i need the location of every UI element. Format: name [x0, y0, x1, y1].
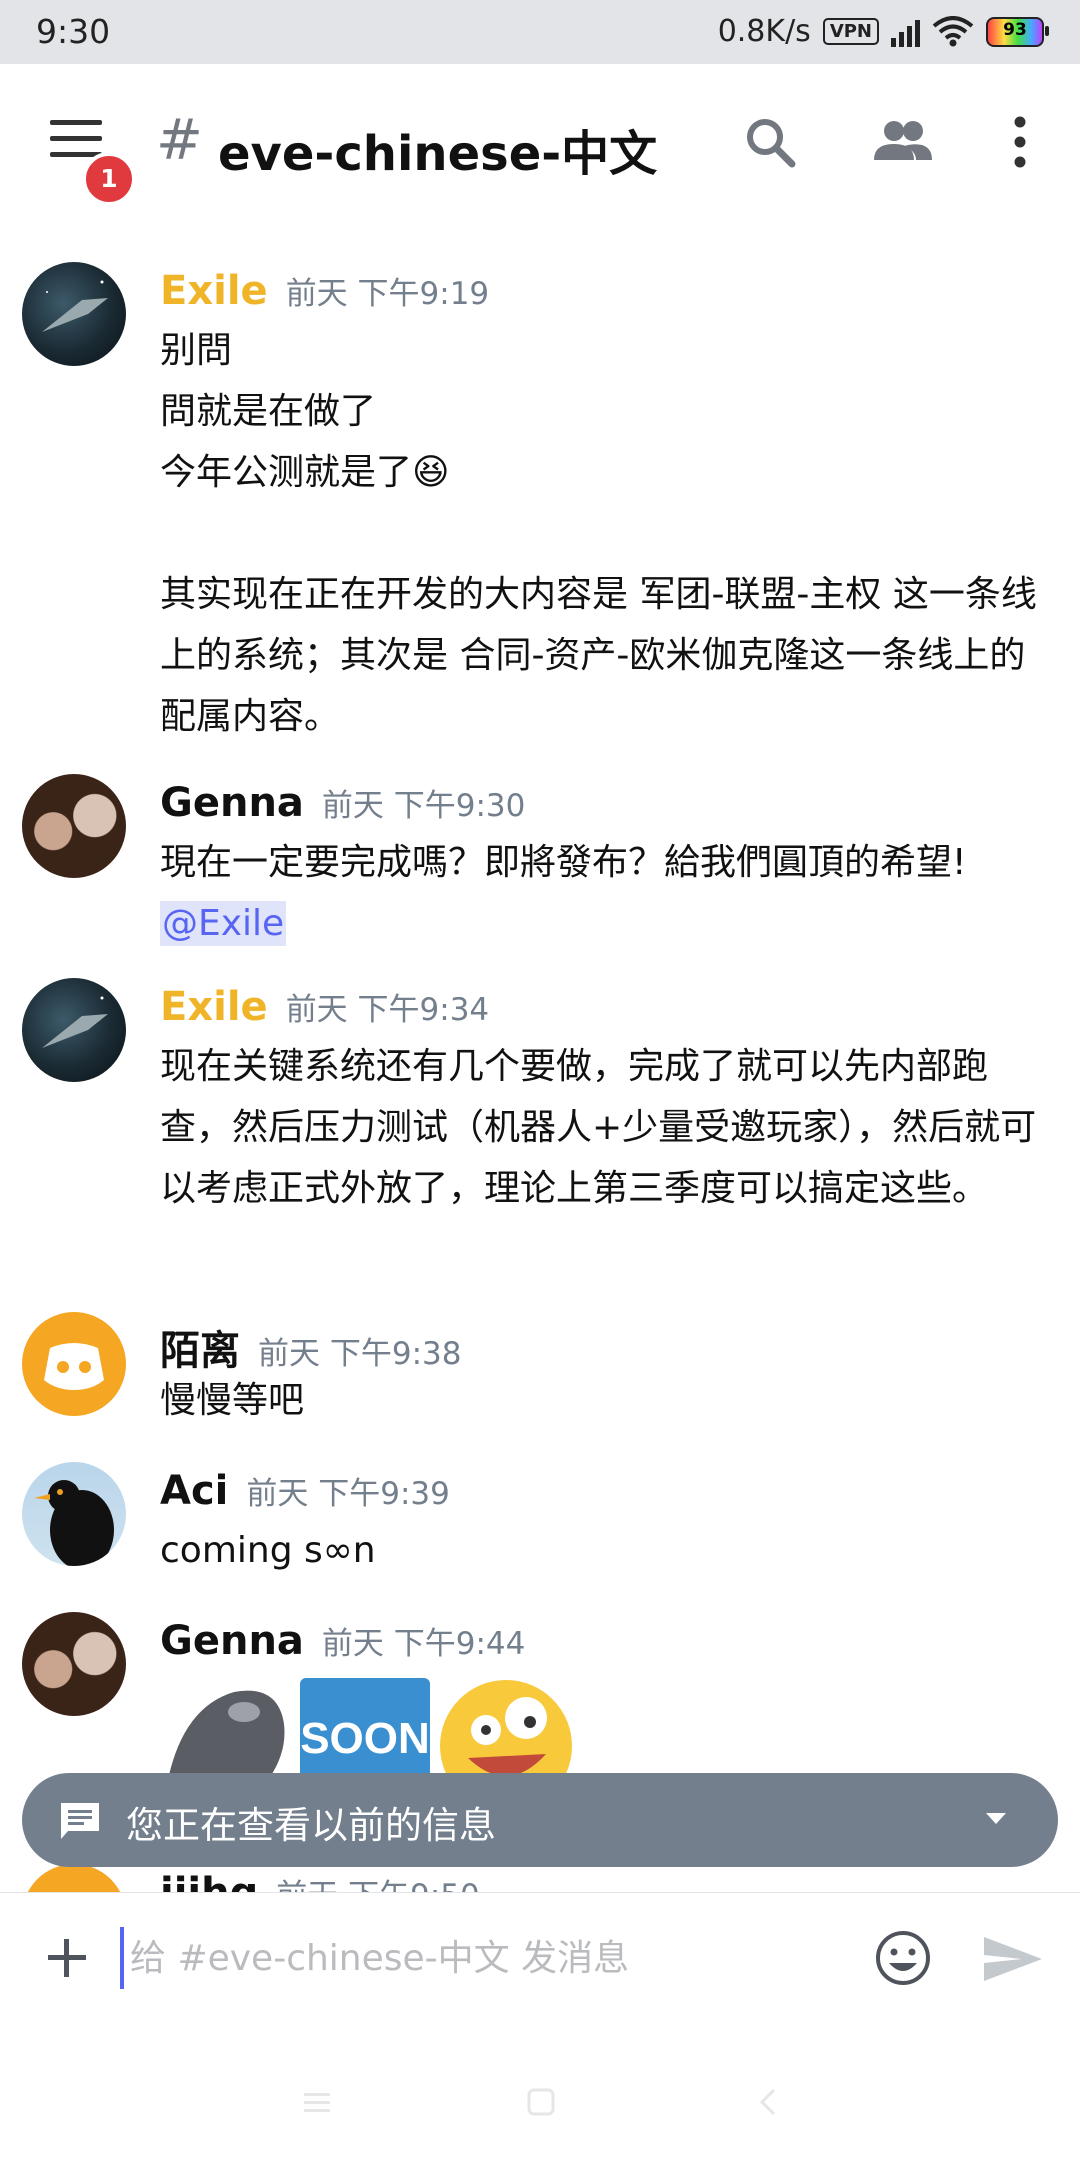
back-nav-icon[interactable] — [752, 2085, 786, 2119]
home-nav-icon[interactable] — [524, 2085, 558, 2119]
avatar[interactable] — [22, 978, 126, 1082]
author-name[interactable]: Genna — [160, 780, 304, 826]
signal-icon — [891, 17, 920, 47]
message-line: coming s∞n — [160, 1530, 376, 1571]
channel-hash-icon: # — [156, 108, 203, 173]
message-line: 别問 — [160, 330, 233, 371]
send-icon[interactable] — [982, 1933, 1044, 1985]
message-line: 慢慢等吧 — [160, 1380, 305, 1421]
channel-header: 1 # eve-chinese-中文 — [0, 64, 1080, 224]
message-meta: Exile 前天 下午9:34 — [160, 984, 489, 1030]
message-content: 現在一定要完成嗎？即將發布？給我們圓頂的希望! @Exile — [160, 832, 1040, 954]
message-composer — [0, 1892, 1080, 2161]
network-speed: 0.8K/s — [717, 14, 811, 49]
message-content: 慢慢等吧 — [160, 1370, 1040, 1431]
battery-icon: 93 — [986, 16, 1049, 47]
wifi-icon — [932, 15, 974, 46]
timestamp: 前天 下午9:19 — [285, 276, 490, 312]
more-icon[interactable] — [990, 112, 1050, 172]
emoji-icon[interactable] — [874, 1929, 932, 1987]
notification-badge: 1 — [82, 152, 136, 206]
message-line — [160, 503, 1040, 564]
message-input[interactable] — [120, 1927, 852, 1989]
status-indicators: 0.8K/s VPN 93 — [717, 14, 1049, 49]
message-list[interactable]: Exile 前天 下午9:19 别問 問就是在做了 今年公测就是了😆 其实现在正… — [0, 224, 1080, 1892]
search-icon[interactable] — [740, 112, 800, 172]
system-navigation-bar — [0, 2073, 1080, 2133]
members-icon[interactable] — [872, 112, 932, 172]
avatar[interactable] — [22, 262, 126, 366]
message-meta: 陌离 前天 下午9:38 — [160, 1318, 461, 1376]
user-mention[interactable]: @Exile — [160, 901, 287, 946]
plus-icon[interactable] — [42, 1933, 92, 1983]
channel-title: eve-chinese-中文 — [218, 126, 658, 182]
message-content: coming s∞n — [160, 1520, 1040, 1581]
viewing-older-messages-bar[interactable]: 您正在查看以前的信息 — [22, 1773, 1058, 1867]
timestamp: 前天 下午9:44 — [321, 1626, 526, 1662]
message-meta: jjjhg 前天 下午9:50 — [160, 1870, 480, 1892]
author-name[interactable]: Exile — [160, 984, 268, 1030]
timestamp: 前天 下午9:50 — [276, 1870, 479, 1892]
message-meta: Genna 前天 下午9:44 — [160, 1618, 525, 1664]
author-name[interactable]: 陌离 — [160, 1318, 240, 1376]
timestamp: 前天 下午9:38 — [258, 1336, 462, 1372]
message-icon — [61, 1803, 99, 1839]
menu-icon[interactable] — [50, 120, 102, 158]
message-meta: Aci 前天 下午9:39 — [160, 1468, 450, 1514]
avatar[interactable] — [22, 1462, 126, 1566]
author-name[interactable]: Aci — [160, 1468, 228, 1514]
chevron-down-icon[interactable] — [986, 1813, 1006, 1824]
avatar[interactable] — [22, 1312, 126, 1416]
message-content: 现在关键系统还有几个要做，完成了就可以先内部跑查，然后压力测试（机器人+少量受邀… — [160, 1036, 1040, 1219]
message-line: 現在一定要完成嗎？即將發布？給我們圓頂的希望! — [160, 842, 967, 883]
timestamp: 前天 下午9:34 — [285, 992, 490, 1028]
timestamp: 前天 下午9:30 — [321, 788, 526, 824]
message-meta: Genna 前天 下午9:30 — [160, 780, 525, 826]
vpn-icon: VPN — [822, 18, 879, 45]
message-meta: Exile 前天 下午9:19 — [160, 268, 489, 314]
avatar[interactable] — [22, 774, 126, 878]
avatar[interactable] — [22, 1612, 126, 1716]
message-line: 现在关键系统还有几个要做，完成了就可以先内部跑查，然后压力测试（机器人+少量受邀… — [160, 1046, 1037, 1209]
status-bar: 9:30 0.8K/s VPN 93 — [0, 0, 1080, 64]
message-line: 問就是在做了 — [160, 391, 377, 432]
message-content: 别問 問就是在做了 今年公测就是了😆 其实现在正在开发的大内容是 军团-联盟-主… — [160, 320, 1040, 747]
author-name[interactable]: Exile — [160, 268, 268, 314]
menu-nav-icon[interactable] — [300, 2085, 334, 2119]
status-time: 9:30 — [36, 12, 111, 51]
author-name[interactable]: Genna — [160, 1618, 304, 1664]
author-name[interactable]: jjjhg — [160, 1870, 258, 1892]
timestamp: 前天 下午9:39 — [246, 1476, 450, 1512]
avatar[interactable] — [22, 1864, 126, 1892]
jump-bar-text: 您正在查看以前的信息 — [126, 1804, 496, 1847]
message-line: 今年公测就是了😆 — [160, 452, 450, 493]
message-line: 其实现在正在开发的大内容是 军团-联盟-主权 这一条线上的系统；其次是 合同-资… — [160, 574, 1037, 737]
